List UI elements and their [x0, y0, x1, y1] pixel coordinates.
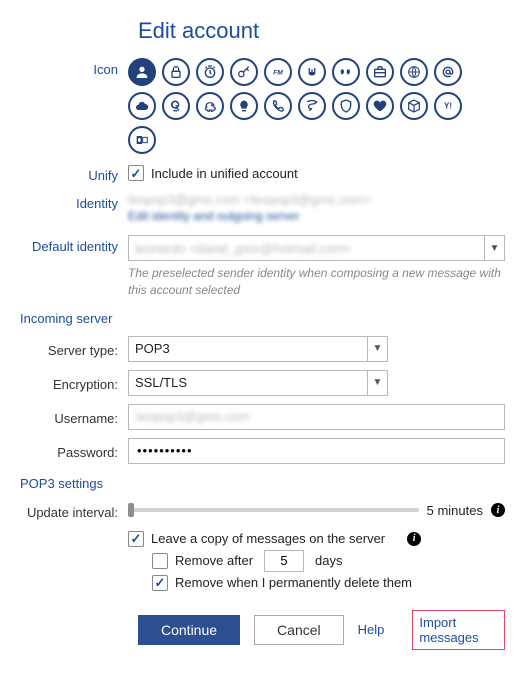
icon-at[interactable] [434, 58, 462, 86]
chevron-down-icon: ▼ [484, 236, 504, 260]
username-input[interactable] [128, 404, 505, 430]
icon-clock[interactable] [196, 58, 224, 86]
info-icon[interactable]: i [491, 503, 505, 517]
update-interval-value: 5 minutes [427, 503, 483, 518]
remove-after-days-input[interactable] [264, 550, 304, 572]
identity-value: leopop3@gms.com <leopop3@gms.com> [128, 192, 371, 207]
icon-quote[interactable] [332, 58, 360, 86]
info-icon[interactable]: i [407, 532, 421, 546]
icon-key[interactable] [230, 58, 258, 86]
page-title: Edit account [138, 18, 505, 44]
icon-heart[interactable] [366, 92, 394, 120]
remove-delete-checkbox[interactable]: Remove when I permanently delete them [152, 575, 505, 591]
server-type-value: POP3 [135, 341, 170, 356]
default-identity-select[interactable]: leonardo <david_gsor@hotmail.com> ▼ [128, 235, 505, 261]
label-update-interval: Update interval: [10, 501, 128, 520]
chevron-down-icon: ▼ [367, 371, 387, 395]
update-interval-slider[interactable] [128, 508, 419, 512]
label-icon: Icon [10, 58, 128, 77]
svg-text:FM: FM [273, 70, 283, 77]
label-encryption: Encryption: [10, 373, 128, 392]
chevron-down-icon: ▼ [367, 337, 387, 361]
icon-grid: FM Y! [128, 58, 488, 154]
default-identity-value: leonardo <david_gsor@hotmail.com> [135, 241, 351, 256]
slider-thumb[interactable] [128, 503, 134, 517]
label-identity: Identity [10, 192, 128, 211]
icon-lock[interactable] [162, 58, 190, 86]
label-default-identity: Default identity [10, 235, 128, 254]
edit-identity-link[interactable]: Edit identity and outgoing server [128, 209, 299, 223]
label-password: Password: [10, 441, 128, 460]
remove-after-post: days [315, 553, 342, 568]
checkbox-icon [152, 575, 168, 591]
leave-copy-checkbox[interactable]: Leave a copy of messages on the server i [128, 531, 505, 547]
continue-button[interactable]: Continue [138, 615, 240, 645]
icon-cube[interactable] [400, 92, 428, 120]
section-pop3: POP3 settings [20, 476, 505, 491]
label-unify: Unify [10, 164, 128, 183]
svg-text:Y!: Y! [444, 102, 452, 111]
import-messages-link[interactable]: Import messages [412, 610, 505, 650]
icon-tornado[interactable] [298, 92, 326, 120]
remove-delete-label: Remove when I permanently delete them [175, 575, 412, 590]
label-username: Username: [10, 407, 128, 426]
help-link[interactable]: Help [358, 622, 385, 637]
password-input[interactable] [128, 438, 505, 464]
cancel-button[interactable]: Cancel [254, 615, 344, 645]
icon-piggy[interactable] [196, 92, 224, 120]
encryption-select[interactable]: SSL/TLS ▼ [128, 370, 388, 396]
encryption-value: SSL/TLS [135, 375, 187, 390]
checkbox-icon [152, 553, 168, 569]
checkbox-icon [128, 165, 144, 181]
icon-shield[interactable] [332, 92, 360, 120]
icon-mastodon[interactable] [298, 58, 326, 86]
leave-copy-label: Leave a copy of messages on the server [151, 531, 385, 546]
section-incoming: Incoming server [20, 311, 505, 326]
icon-cloud[interactable] [128, 92, 156, 120]
label-server-type: Server type: [10, 339, 128, 358]
icon-bulb[interactable] [230, 92, 258, 120]
icon-google[interactable] [162, 92, 190, 120]
checkbox-icon [128, 531, 144, 547]
icon-yahoo[interactable]: Y! [434, 92, 462, 120]
icon-person[interactable] [128, 58, 156, 86]
icon-outlook[interactable] [128, 126, 156, 154]
default-identity-help: The preselected sender identity when com… [128, 265, 505, 299]
remove-after-pre: Remove after [175, 553, 253, 568]
icon-phone[interactable] [264, 92, 292, 120]
icon-briefcase[interactable] [366, 58, 394, 86]
icon-fm[interactable]: FM [264, 58, 292, 86]
unify-label: Include in unified account [151, 166, 298, 181]
remove-after-checkbox[interactable]: Remove after days [152, 550, 505, 572]
server-type-select[interactable]: POP3 ▼ [128, 336, 388, 362]
unify-checkbox[interactable]: Include in unified account [128, 165, 505, 181]
icon-globe[interactable] [400, 58, 428, 86]
